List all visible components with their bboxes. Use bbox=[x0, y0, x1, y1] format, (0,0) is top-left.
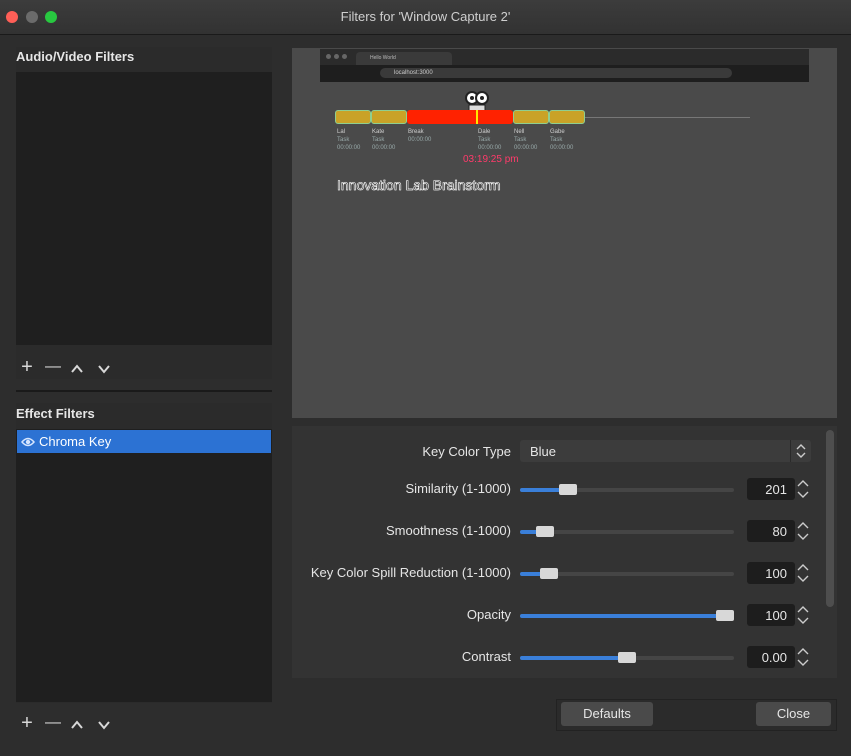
spinbox-value: 100 bbox=[765, 608, 787, 623]
spinbox-value: 201 bbox=[765, 482, 787, 497]
slider-handle[interactable] bbox=[559, 484, 578, 495]
effect-toolbar: + — bbox=[16, 712, 272, 738]
effect-filters-label: Effect Filters bbox=[16, 406, 95, 421]
move-down-icon[interactable] bbox=[98, 362, 110, 374]
opacity-spinbox[interactable]: 100 bbox=[747, 604, 795, 626]
browser-dot bbox=[342, 54, 347, 59]
contrast-spinbox[interactable]: 0.00 bbox=[747, 646, 795, 668]
timeline-segment bbox=[513, 110, 549, 124]
defaults-button[interactable]: Defaults bbox=[561, 702, 653, 726]
spill-reduction-spinbox[interactable]: 100 bbox=[747, 562, 795, 584]
slider-fill bbox=[520, 614, 725, 618]
filter-preview bbox=[292, 48, 837, 418]
segment-label: Lal Task 00:00:00 bbox=[337, 129, 361, 151]
key-color-type-label: Key Color Type bbox=[422, 444, 511, 459]
browser-tab: Hello World bbox=[356, 52, 452, 65]
preview-title: Innovation Lab Brainstorm bbox=[337, 177, 501, 194]
filter-item-chroma-key[interactable]: Chroma Key bbox=[17, 430, 271, 453]
smoothness-spinbox[interactable]: 80 bbox=[747, 520, 795, 542]
contrast-label: Contrast bbox=[461, 649, 511, 664]
spinbox-value: 0.00 bbox=[761, 650, 787, 665]
move-up-icon[interactable] bbox=[71, 718, 83, 730]
preview-clock: 03:19:25 pm bbox=[463, 154, 519, 165]
spinbox-arrows-icon[interactable] bbox=[796, 604, 810, 626]
browser-tabstrip: Hello World bbox=[320, 49, 809, 65]
title-bar: Filters for 'Window Capture 2' bbox=[0, 0, 851, 35]
timeline-segment bbox=[371, 110, 407, 124]
slider-fill bbox=[520, 656, 627, 660]
preview-browser: Hello World localhost:3000 bbox=[320, 49, 809, 82]
browser-dot bbox=[326, 54, 331, 59]
remove-effect-button[interactable]: — bbox=[42, 712, 64, 734]
window-title: Filters for 'Window Capture 2' bbox=[340, 9, 511, 24]
segment-label: Dale Task 00:00:00 bbox=[478, 129, 502, 151]
slider-handle[interactable] bbox=[539, 568, 558, 579]
remove-filter-button[interactable]: — bbox=[42, 356, 64, 378]
filter-properties bbox=[292, 426, 837, 678]
similarity-label: Similarity (1-1000) bbox=[405, 481, 511, 496]
spinbox-value: 80 bbox=[772, 524, 787, 539]
move-up-icon[interactable] bbox=[71, 362, 83, 374]
contrast-slider[interactable] bbox=[520, 652, 734, 663]
timeline-line bbox=[585, 117, 750, 118]
filter-item-label: Chroma Key bbox=[39, 434, 112, 449]
spinbox-arrows-icon[interactable] bbox=[796, 646, 810, 668]
smoothness-slider[interactable] bbox=[520, 526, 734, 537]
timeline-marker bbox=[476, 110, 478, 124]
spill-reduction-slider[interactable] bbox=[520, 568, 734, 579]
audio-video-toolbar: + — bbox=[16, 356, 272, 382]
key-color-type-value: Blue bbox=[530, 444, 557, 459]
browser-url: localhost:3000 bbox=[380, 68, 732, 78]
slider-handle[interactable] bbox=[618, 652, 636, 663]
key-color-type-select[interactable]: Blue bbox=[520, 440, 811, 462]
segment-label: Nell Task 00:00:00 bbox=[514, 129, 538, 151]
timeline-segment-active bbox=[407, 110, 513, 124]
add-effect-button[interactable]: + bbox=[16, 712, 38, 734]
effect-filter-list[interactable] bbox=[16, 429, 272, 702]
spinbox-arrows-icon[interactable] bbox=[796, 478, 810, 500]
segment-label: Kate Task 00:00:00 bbox=[372, 129, 396, 151]
opacity-label: Opacity bbox=[466, 607, 511, 622]
similarity-slider[interactable] bbox=[520, 484, 734, 495]
properties-scrollbar[interactable] bbox=[826, 430, 834, 607]
move-down-icon[interactable] bbox=[98, 718, 110, 730]
slider-handle[interactable] bbox=[716, 610, 734, 621]
timeline-segment bbox=[549, 110, 585, 124]
add-filter-button[interactable]: + bbox=[16, 356, 38, 378]
timeline-segment bbox=[335, 110, 371, 124]
spinbox-value: 100 bbox=[765, 566, 787, 581]
select-arrows-icon bbox=[790, 440, 811, 462]
slider-handle[interactable] bbox=[535, 526, 554, 537]
smoothness-label: Smoothness (1-1000) bbox=[385, 523, 511, 538]
panel-separator[interactable] bbox=[16, 390, 272, 392]
close-button[interactable]: Close bbox=[756, 702, 831, 726]
browser-dot bbox=[334, 54, 339, 59]
segment-label: Gabe Task 00:00:00 bbox=[550, 129, 574, 151]
audio-video-filters-label: Audio/Video Filters bbox=[16, 49, 135, 64]
eye-icon[interactable] bbox=[21, 435, 35, 447]
audio-video-filter-list[interactable] bbox=[16, 72, 272, 345]
mascot-icon bbox=[463, 85, 491, 113]
spill-reduction-label: Key Color Spill Reduction (1-1000) bbox=[310, 565, 511, 580]
opacity-slider[interactable] bbox=[520, 610, 734, 621]
spinbox-arrows-icon[interactable] bbox=[796, 520, 810, 542]
segment-label: Break 00:00:00 bbox=[408, 129, 432, 143]
spinbox-arrows-icon[interactable] bbox=[796, 562, 810, 584]
similarity-spinbox[interactable]: 201 bbox=[747, 478, 795, 500]
